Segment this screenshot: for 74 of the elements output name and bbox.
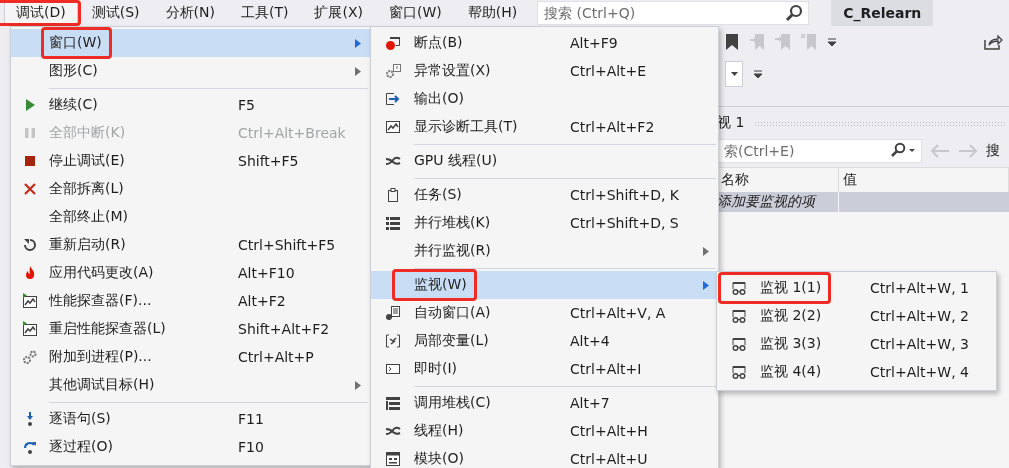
menu-item[interactable]: 异常设置(X) Ctrl+Alt+E [371, 57, 718, 85]
pause-icon [22, 125, 38, 141]
menu-item[interactable]: GPU 线程(U) [371, 147, 718, 175]
menu-title[interactable]: 窗口(W) [376, 1, 454, 25]
glasses-icon [730, 364, 747, 380]
menu-item[interactable]: 线程(H) Ctrl+Alt+H [371, 417, 718, 445]
share-icon[interactable] [983, 33, 1003, 51]
menu-item[interactable]: 自动窗口(A) Ctrl+Alt+V, A [371, 299, 718, 327]
menu-item[interactable]: 即时(I) Ctrl+Alt+I [371, 355, 718, 383]
caret-icon [730, 72, 738, 76]
menu-title[interactable]: 工具(T) [228, 1, 301, 25]
search-icon [890, 142, 916, 158]
menu-item[interactable]: 附加到进程(P)... Ctrl+Alt+P [11, 343, 370, 371]
menu-item[interactable]: 模块(O) Ctrl+Alt+U [371, 445, 718, 468]
menu-item[interactable]: 任务(S) Ctrl+Shift+D, K [371, 181, 718, 209]
menu-title[interactable]: 帮助(H) [455, 1, 530, 25]
cross-icon [22, 181, 38, 197]
menu-item[interactable]: 监视(W) [371, 271, 718, 299]
glasses-icon [730, 336, 747, 352]
locals-icon [384, 333, 401, 349]
menu-item[interactable]: 监视 1(1) Ctrl+Alt+W, 1 [717, 274, 996, 302]
solution-name: C_Relearn [831, 0, 934, 26]
breakpoint-icon [384, 35, 401, 51]
list-icon [384, 395, 401, 411]
search-field[interactable]: 索(Ctrl+E) [717, 139, 922, 163]
menu-item[interactable]: 其他调试目标(H) [11, 371, 370, 399]
menu-item[interactable]: 监视 4(4) Ctrl+Alt+W, 4 [717, 358, 996, 386]
auto-window-icon [384, 305, 401, 321]
menu-item[interactable]: 重启性能探查器(L) Shift+Alt+F2 [11, 315, 370, 343]
menu-item[interactable]: 重新启动(R) Ctrl+Shift+F5 [11, 231, 370, 259]
menu-item[interactable]: 应用代码更改(A) Alt+F10 [11, 259, 370, 287]
bookmark-icon[interactable] [725, 33, 739, 51]
search-depth-label: 搜 [986, 142, 1000, 160]
output-icon [384, 91, 401, 107]
menu-item[interactable]: 监视 3(3) Ctrl+Alt+W, 3 [717, 330, 996, 358]
chart-icon [384, 119, 401, 135]
menu-item[interactable]: 调用堆栈(C) Alt+7 [371, 389, 718, 417]
menu-item[interactable]: 性能探查器(F)... Alt+F2 [11, 287, 370, 315]
glasses-icon [730, 280, 747, 296]
stack-icon [384, 215, 401, 231]
menu-item[interactable]: 继续(C) F5 [11, 91, 370, 119]
menu-item[interactable]: 监视 2(2) Ctrl+Alt+W, 2 [717, 302, 996, 330]
dropdown[interactable] [725, 61, 743, 87]
step-over-icon [22, 439, 38, 455]
menu-item[interactable]: 并行堆栈(K) Ctrl+Shift+D, S [371, 209, 718, 237]
menu-item[interactable]: 输出(O) [371, 85, 718, 113]
glasses-icon [730, 308, 747, 324]
chart-icon [22, 321, 38, 337]
chart-icon [22, 293, 38, 309]
restart-icon [22, 237, 38, 253]
menu-item[interactable]: 逐语句(S) F11 [11, 405, 370, 433]
gears-icon [22, 349, 38, 365]
menu-item[interactable]: 全部终止(M) [11, 203, 370, 231]
stop-icon [22, 153, 38, 169]
menu-title[interactable]: 测试(S) [79, 1, 152, 25]
console-icon [384, 361, 401, 377]
menu-item[interactable]: 停止调试(E) Shift+F5 [11, 147, 370, 175]
menu-item[interactable]: 断点(B) Alt+F9 [371, 29, 718, 57]
menu-item[interactable]: 并行监视(R) [371, 237, 718, 265]
gear-icon [384, 63, 401, 79]
menu-item[interactable]: 全部拆离(L) [11, 175, 370, 203]
search-field[interactable]: 搜索 (Ctrl+Q) [537, 1, 810, 25]
menu-title[interactable]: 分析(N) [153, 1, 227, 25]
menu-item[interactable]: 逐过程(O) F10 [11, 433, 370, 461]
menu-item[interactable]: 局部变量(L) Alt+4 [371, 327, 718, 355]
menu-item[interactable]: 图形(C) [11, 57, 370, 85]
menu-item[interactable]: 显示诊断工具(T) Ctrl+Alt+F2 [371, 113, 718, 141]
overflow-icon[interactable] [753, 70, 763, 78]
column-header[interactable]: 名称 [717, 168, 839, 192]
search-icon [785, 4, 804, 22]
menu-title[interactable]: 扩展(X) [302, 1, 375, 25]
column-header[interactable]: 值 [839, 168, 1009, 192]
overflow-icon[interactable] [827, 38, 837, 46]
menu-item[interactable]: 窗口(W) [11, 29, 370, 57]
